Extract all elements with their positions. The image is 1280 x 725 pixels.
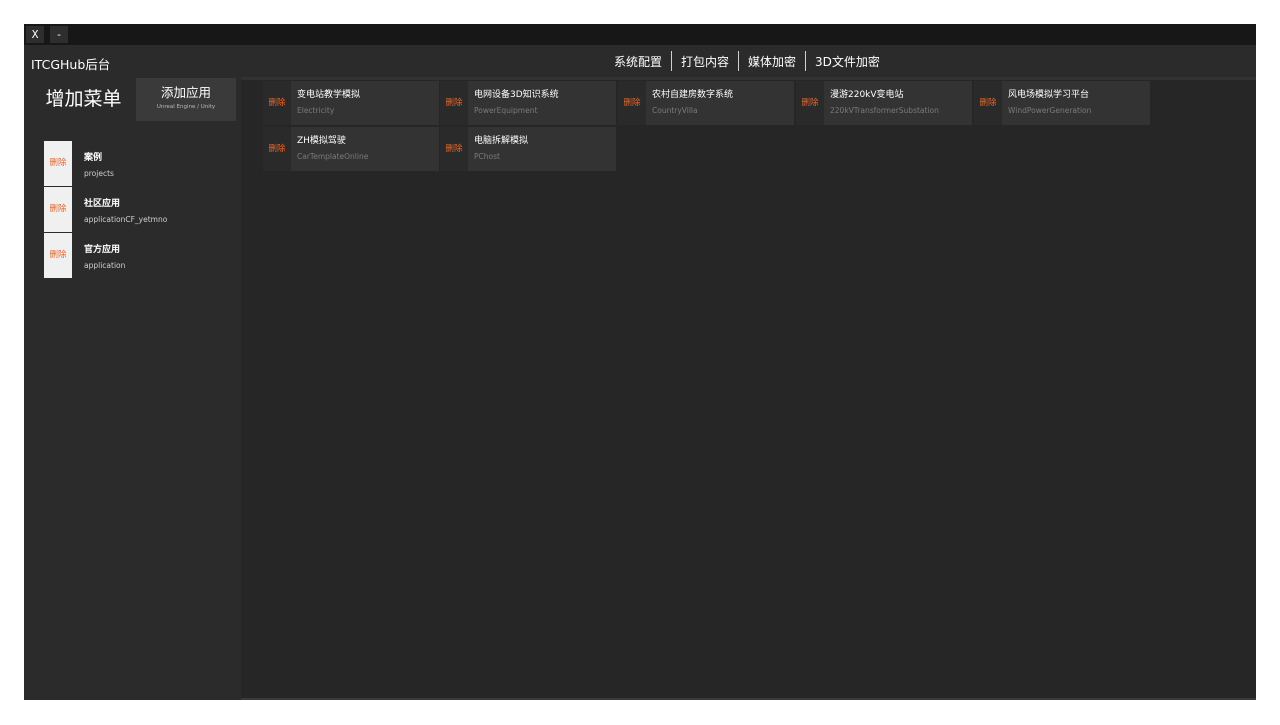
menu-delete-button[interactable]: 删除: [44, 141, 72, 186]
app-name: ZH模拟驾驶: [297, 136, 346, 146]
app-delete-button[interactable]: 删除: [263, 127, 291, 171]
app-card-wind-power[interactable]: 删除 风电场模拟学习平台 WindPowerGeneration: [974, 81, 1150, 125]
app-title: ITCGHub后台: [31, 57, 111, 72]
app-name: 风电场模拟学习平台: [1008, 90, 1090, 100]
app-card-country-villa[interactable]: 删除 农村自建房数字系统 CountryVilla: [618, 81, 794, 125]
menu-item-community-apps[interactable]: 删除 社区应用 applicationCF_yetmno: [44, 187, 224, 233]
app-key: CountryVilla: [652, 106, 698, 115]
app-card-electricity[interactable]: 删除 变电站教学模拟 Electricity: [263, 81, 439, 125]
app-name: 农村自建房数字系统: [652, 90, 734, 100]
tab-3d-file-encryption[interactable]: 3D文件加密: [806, 53, 889, 70]
content-divider: [241, 77, 1256, 80]
tab-media-encryption[interactable]: 媒体加密: [739, 53, 805, 70]
add-menu-button[interactable]: 增加菜单: [32, 78, 135, 121]
sidebar: ITCGHub后台 增加菜单 添加应用 Unreal Engine / Unit…: [24, 45, 241, 700]
menu-item-key: projects: [84, 169, 114, 178]
tab-package-content[interactable]: 打包内容: [672, 53, 738, 70]
app-name: 电脑拆解模拟: [474, 136, 529, 146]
menu-item-name: 案例: [84, 153, 103, 163]
app-key: PChost: [474, 152, 500, 161]
app-card-pc-host[interactable]: 删除 电脑拆解模拟 PChost: [440, 127, 616, 171]
menu-item-name: 社区应用: [84, 199, 121, 209]
app-delete-button[interactable]: 删除: [796, 81, 824, 125]
app-key: WindPowerGeneration: [1008, 106, 1092, 115]
app-key: PowerEquipment: [474, 106, 538, 115]
menu-item-key: application: [84, 261, 126, 270]
menu-item-name: 官方应用: [84, 245, 121, 255]
title-bar: X -: [24, 24, 1256, 45]
app-delete-button[interactable]: 删除: [440, 127, 468, 171]
add-app-button[interactable]: 添加应用 Unreal Engine / Unity: [136, 78, 236, 121]
top-nav: 系统配置 打包内容 媒体加密 3D文件加密: [241, 45, 1256, 77]
app-grid-panel: 删除 变电站教学模拟 Electricity 删除 电网设备3D知识系统 Pow…: [241, 77, 1256, 698]
close-button[interactable]: X: [26, 26, 44, 43]
app-delete-button[interactable]: 删除: [263, 81, 291, 125]
app-card-substation[interactable]: 删除 漫游220kV变电站 220kVTransformerSubstation: [796, 81, 972, 125]
app-name: 电网设备3D知识系统: [474, 90, 559, 100]
menu-item-official-apps[interactable]: 删除 官方应用 application: [44, 233, 224, 279]
bottom-border: [241, 698, 1256, 700]
app-key: CarTemplateOnline: [297, 152, 369, 161]
tab-system-config[interactable]: 系统配置: [605, 53, 671, 70]
app-delete-button[interactable]: 删除: [618, 81, 646, 125]
app-window: X - ITCGHub后台 增加菜单 添加应用 Unreal Engine / …: [24, 24, 1256, 700]
app-name: 漫游220kV变电站: [830, 90, 904, 100]
menu-list: 删除 案例 projects 删除 社区应用 applicationCF_yet…: [44, 141, 224, 279]
add-app-label: 添加应用: [160, 85, 211, 100]
add-app-engines: Unreal Engine / Unity: [156, 104, 216, 110]
app-delete-button[interactable]: 删除: [440, 81, 468, 125]
menu-item-key: applicationCF_yetmno: [84, 215, 168, 224]
app-key: 220kVTransformerSubstation: [830, 106, 939, 115]
menu-item-projects[interactable]: 删除 案例 projects: [44, 141, 224, 187]
app-delete-button[interactable]: 删除: [974, 81, 1002, 125]
app-name: 变电站教学模拟: [297, 90, 361, 100]
app-card-car-template[interactable]: 删除 ZH模拟驾驶 CarTemplateOnline: [263, 127, 439, 171]
app-card-power-equipment[interactable]: 删除 电网设备3D知识系统 PowerEquipment: [440, 81, 616, 125]
nav-tabs: 系统配置 打包内容 媒体加密 3D文件加密: [605, 45, 889, 77]
menu-delete-button[interactable]: 删除: [44, 187, 72, 232]
minimize-button[interactable]: -: [50, 26, 68, 43]
menu-delete-button[interactable]: 删除: [44, 233, 72, 278]
app-key: Electricity: [297, 106, 335, 115]
